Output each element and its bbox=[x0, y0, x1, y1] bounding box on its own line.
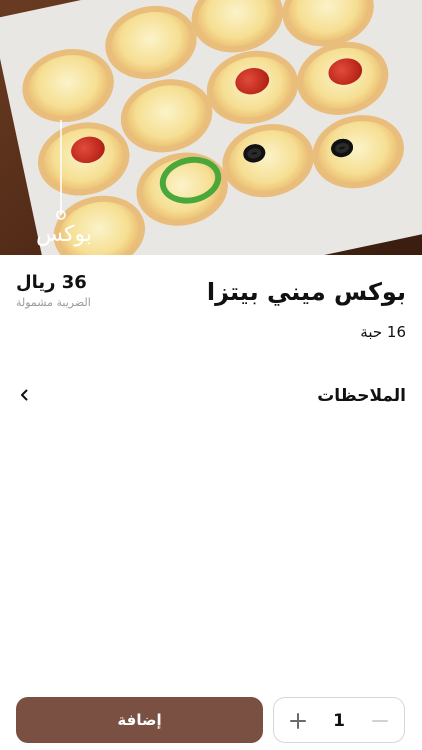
brand-line bbox=[60, 120, 62, 215]
quantity-stepper[interactable]: 1 bbox=[273, 697, 405, 743]
product-price: 36 ريال bbox=[16, 272, 87, 293]
mini-pizza bbox=[114, 70, 220, 161]
minus-icon[interactable] bbox=[366, 698, 394, 744]
product-hero-image: بوكس bbox=[0, 0, 422, 255]
mini-pizza bbox=[98, 0, 204, 88]
brand-label: بوكس bbox=[36, 222, 93, 247]
add-to-cart-button[interactable]: إضافة bbox=[16, 697, 263, 743]
product-quantity-text: 16 حبة bbox=[360, 323, 406, 341]
notes-label: الملاحظات bbox=[317, 386, 406, 406]
quantity-value: 1 bbox=[333, 711, 345, 731]
brand-dot bbox=[56, 210, 66, 220]
plus-icon[interactable] bbox=[284, 698, 312, 744]
mini-pizza bbox=[184, 0, 290, 61]
chevron-left-icon[interactable] bbox=[16, 387, 32, 403]
notes-row[interactable]: الملاحظات bbox=[16, 384, 406, 412]
tax-note: الضريبة مشمولة bbox=[16, 296, 91, 309]
mini-pizza bbox=[305, 106, 411, 197]
mini-pizza bbox=[215, 115, 321, 206]
product-title: بوكس ميني بيتزا bbox=[206, 278, 406, 306]
mini-pizza bbox=[15, 40, 121, 131]
